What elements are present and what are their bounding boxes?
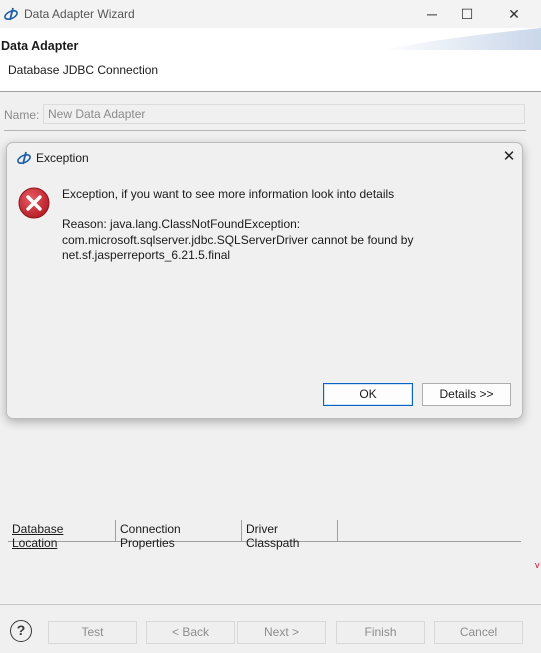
jaspersoft-icon — [17, 151, 31, 165]
tab-database-location[interactable]: Database Location — [8, 520, 116, 550]
details-button[interactable]: Details >> — [422, 383, 511, 406]
test-button[interactable]: Test — [48, 621, 137, 644]
window-titlebar: Data Adapter Wizard ─ ☐ ✕ — [0, 0, 541, 28]
dialog-title: Exception — [36, 151, 89, 165]
ok-button[interactable]: OK — [323, 383, 413, 406]
exception-message: Exception, if you want to see more infor… — [62, 187, 395, 201]
tab-connection-properties[interactable]: Connection Properties — [116, 520, 242, 550]
tab-label: Database Location — [12, 522, 64, 550]
help-icon[interactable]: ? — [10, 620, 32, 642]
tab-label: Connection Properties — [120, 522, 181, 550]
exception-reason: Reason: java.lang.ClassNotFoundException… — [62, 217, 414, 262]
edge-mark: v — [535, 560, 540, 570]
next-button[interactable]: Next > — [237, 621, 326, 644]
exception-dialog: Exception ✕ Exception, if you want to se… — [6, 142, 523, 419]
tab-driver-classpath[interactable]: Driver Classpath — [242, 520, 338, 550]
window-title: Data Adapter Wizard — [24, 7, 135, 21]
maximize-button[interactable]: ☐ — [447, 3, 487, 25]
tab-label: Driver Classpath — [246, 522, 300, 550]
jaspersoft-icon — [4, 7, 18, 21]
header-subtitle: Database JDBC Connection — [8, 63, 159, 77]
header-divider — [0, 91, 541, 92]
name-label: Name: — [4, 108, 40, 122]
header-title: Data Adapter — [1, 39, 79, 53]
close-button[interactable]: ✕ — [494, 3, 534, 25]
header-decoration — [381, 28, 541, 50]
form-divider — [4, 130, 526, 131]
dialog-close-button[interactable]: ✕ — [499, 147, 519, 167]
connection-tabs: Database Location Connection Properties … — [8, 520, 521, 550]
wizard-header: Data Adapter Database JDBC Connection — [0, 28, 541, 91]
finish-button[interactable]: Finish — [336, 621, 425, 644]
minimize-button[interactable]: ─ — [412, 3, 452, 25]
error-icon — [18, 187, 50, 219]
cancel-button[interactable]: Cancel — [434, 621, 523, 644]
back-button[interactable]: < Back — [146, 621, 235, 644]
footer-divider — [0, 604, 541, 605]
name-input[interactable] — [43, 104, 525, 124]
